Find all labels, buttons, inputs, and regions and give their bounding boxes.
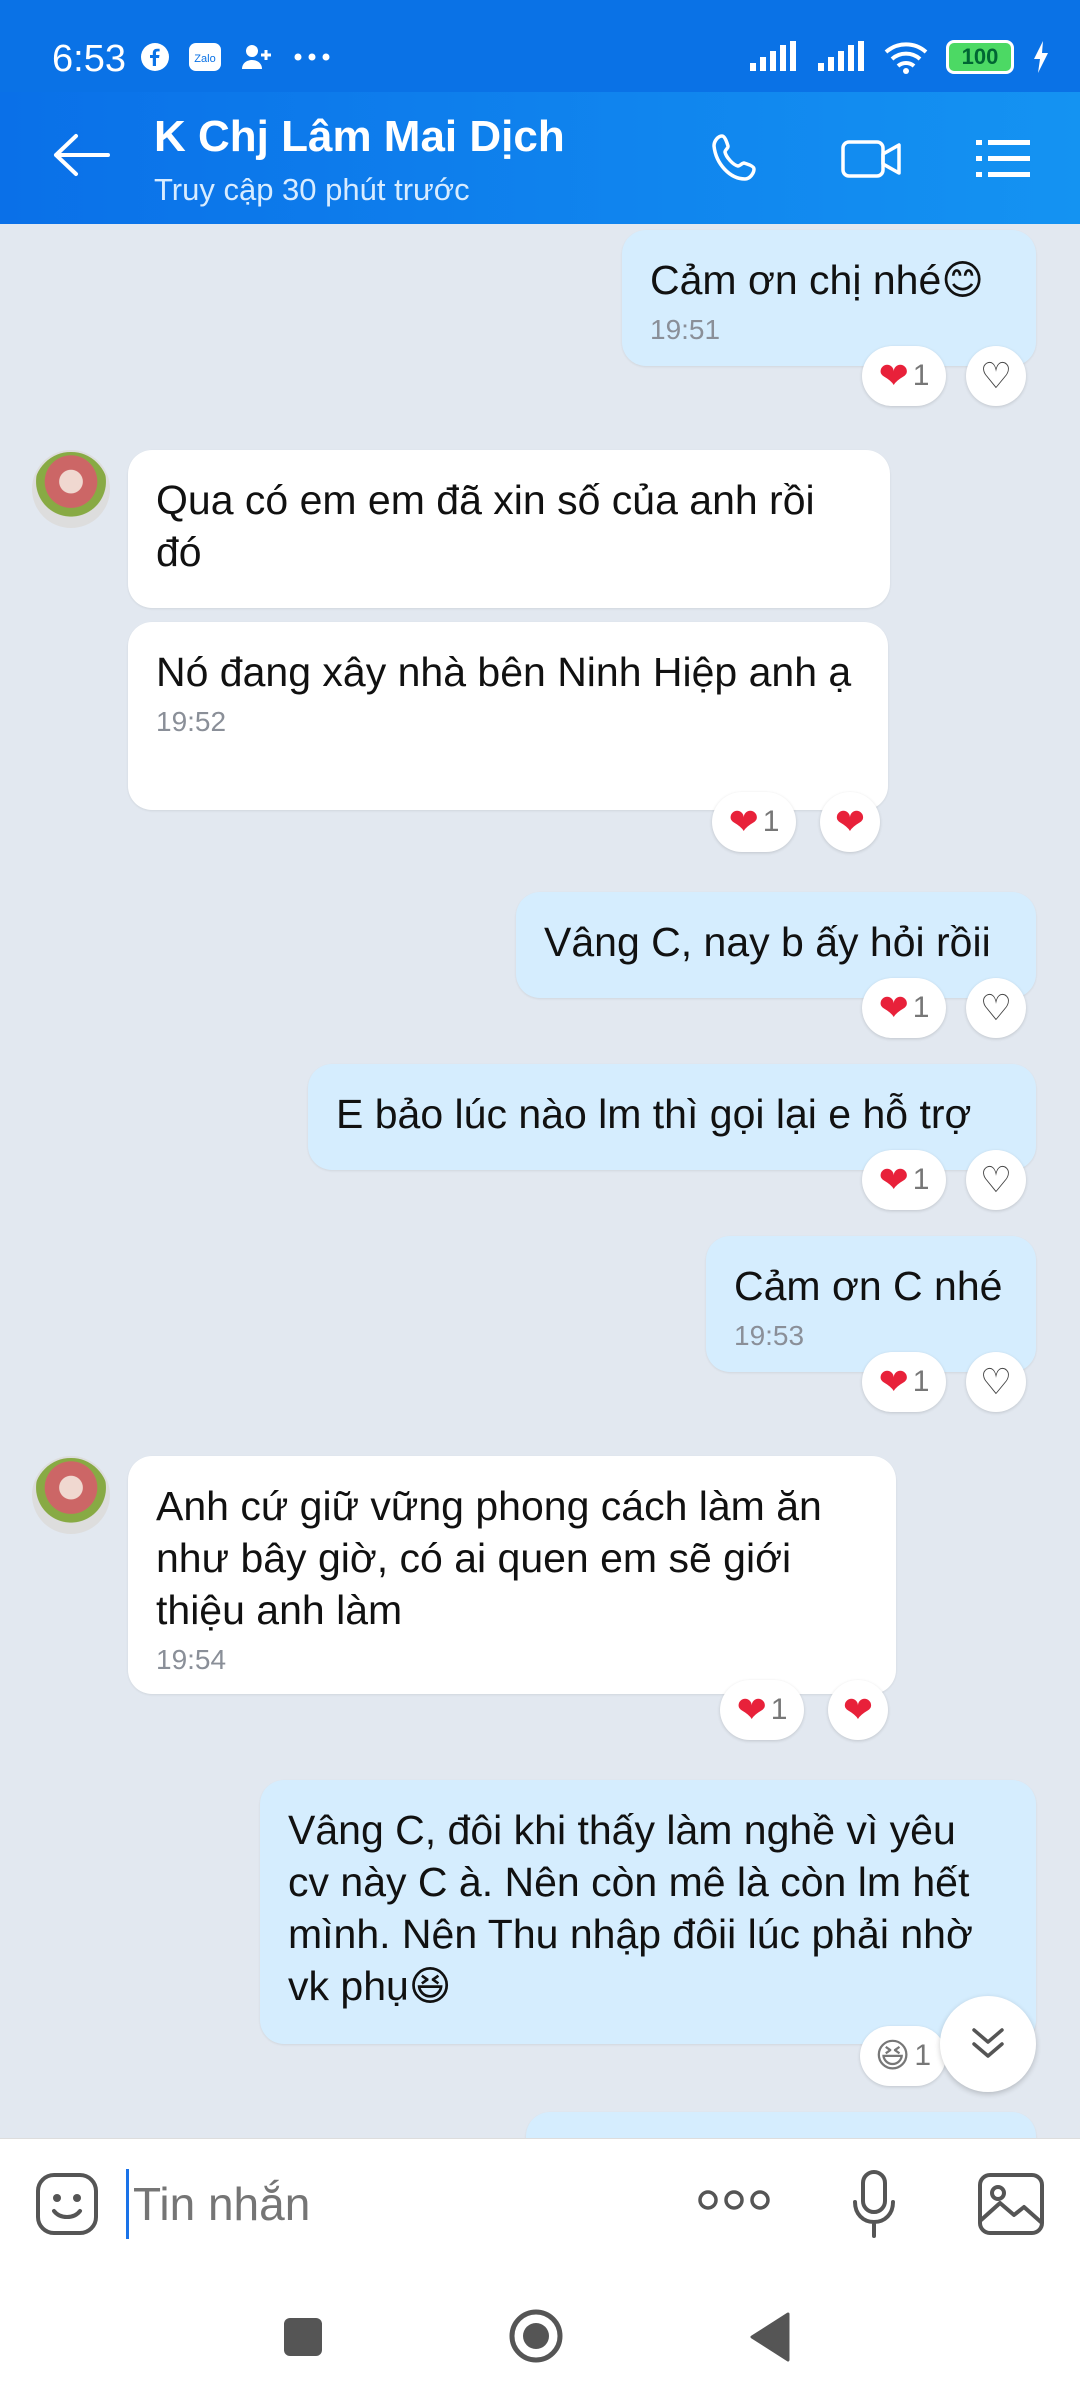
incoming-message[interactable]: Qua có em em đã xin số của anh rồi đó	[128, 450, 890, 608]
message-list[interactable]: Cảm ơn chị nhé😊 19:51 ❤ 1 ♡ Qua có em em …	[0, 224, 1080, 2138]
battery-indicator: 100	[946, 40, 1014, 74]
outgoing-message[interactable]: Cảm ơn C nhé 19:53	[706, 1236, 1036, 1372]
facebook-icon	[141, 43, 169, 71]
reaction-count: 1	[912, 991, 930, 1024]
outgoing-message[interactable]: Vâng C, nay b ấy hỏi rồii	[516, 892, 1036, 998]
signal-icon	[750, 41, 796, 71]
wifi-icon	[884, 42, 928, 74]
reaction-summary[interactable]: ❤ 1	[862, 978, 946, 1038]
react-button[interactable]: ♡	[966, 346, 1026, 406]
heart-outline-icon: ♡	[979, 987, 1013, 1028]
message-text: E bảo lúc nào lm thì gọi lại e hỗ trợ	[336, 1091, 972, 1137]
incoming-message[interactable]: Nó đang xây nhà bên Ninh Hiệp anh ạ 19:5…	[128, 622, 888, 810]
outgoing-message[interactable]: Vâng C, đôi khi thấy làm nghề vì yêu cv …	[260, 1780, 1036, 2044]
heart-icon: ❤	[878, 355, 909, 396]
more-notifications-icon	[294, 53, 330, 61]
heart-icon: ❤	[842, 1689, 874, 1730]
react-button[interactable]: ❤	[828, 1680, 888, 1740]
message-text: Vâng C, đôi khi thấy làm nghề vì yêu cv …	[288, 1807, 973, 2009]
zalo-icon: Zalo	[189, 43, 221, 71]
heart-outline-icon: ♡	[979, 1361, 1013, 1402]
contact-avatar[interactable]	[32, 1456, 110, 1534]
contact-name[interactable]: K Chj Lâm Mai Dịch	[154, 112, 565, 162]
status-bar: 6:53 Zalo 100	[0, 0, 1080, 92]
reaction-count: 1	[914, 2039, 932, 2072]
reaction-count: 1	[762, 805, 780, 838]
message-time: 19:54	[156, 1644, 227, 1675]
last-seen-status: Truy cập 30 phút trước	[154, 172, 470, 207]
message-time: 19:53	[734, 1320, 805, 1351]
reaction-summary[interactable]: ❤ 1	[712, 792, 796, 852]
message-text: Vâng C, nay b ấy hỏi rồii	[544, 919, 991, 965]
charging-icon	[1034, 41, 1048, 73]
emoji-sticker-icon[interactable]	[34, 2171, 100, 2237]
outgoing-message[interactable]: Cảm ơn chị nhé😊 19:51	[622, 230, 1036, 366]
react-button[interactable]: ❤	[820, 792, 880, 852]
status-time: 6:53	[52, 38, 126, 80]
reaction-count: 1	[770, 1693, 788, 1726]
heart-outline-icon: ♡	[979, 1159, 1013, 1200]
reaction-count: 1	[912, 1163, 930, 1196]
chat-header: K Chj Lâm Mai Dịch Truy cập 30 phút trướ…	[0, 92, 1080, 224]
system-navigation-bar	[0, 2268, 1080, 2400]
reaction-summary[interactable]: ❤ 1	[862, 1352, 946, 1412]
heart-icon: ❤	[878, 1159, 909, 1200]
message-composer	[0, 2138, 1080, 2268]
heart-outline-icon: ♡	[979, 355, 1013, 396]
reaction-count: 1	[912, 359, 930, 392]
heart-icon: ❤	[728, 801, 759, 842]
message-input[interactable]	[126, 2169, 666, 2239]
back-arrow-icon[interactable]	[52, 130, 112, 180]
heart-icon: ❤	[736, 1689, 767, 1730]
heart-icon: ❤	[878, 1361, 909, 1402]
phone-call-icon[interactable]	[708, 132, 768, 186]
heart-icon: ❤	[834, 801, 866, 842]
react-button[interactable]: ♡	[966, 978, 1026, 1038]
reaction-summary[interactable]: ❤ 1	[720, 1680, 804, 1740]
message-time: 19:51	[650, 314, 721, 345]
incoming-message[interactable]: Anh cứ giữ vững phong cách làm ăn như bâ…	[128, 1456, 896, 1694]
message-text: Cảm ơn chị nhé😊	[650, 257, 984, 303]
image-gallery-icon[interactable]	[976, 2171, 1046, 2237]
laughing-emoji-icon: 😆	[874, 2037, 911, 2075]
reaction-summary[interactable]: ❤ 1	[862, 1150, 946, 1210]
message-text: Nó đang xây nhà bên Ninh Hiệp anh ạ	[156, 649, 852, 695]
message-text: Cảm ơn C nhé	[734, 1263, 1003, 1309]
reaction-summary[interactable]: ❤ 1	[862, 346, 946, 406]
scroll-to-bottom-button[interactable]	[940, 1996, 1036, 2092]
status-right-icons: 100	[748, 40, 1050, 74]
status-notification-icons: Zalo	[140, 42, 332, 72]
message-text: Anh cứ giữ vững phong cách làm ăn như bâ…	[156, 1483, 822, 1633]
reaction-count: 1	[912, 1365, 930, 1398]
svg-text:Zalo: Zalo	[194, 53, 215, 65]
chevron-double-down-icon	[972, 2028, 1004, 2058]
heart-icon: ❤	[878, 987, 909, 1028]
menu-list-icon[interactable]	[976, 132, 1032, 186]
microphone-icon[interactable]	[850, 2169, 898, 2239]
recent-apps-icon[interactable]	[282, 2316, 324, 2358]
contact-avatar[interactable]	[32, 450, 110, 528]
signal-icon	[818, 41, 864, 71]
more-options-icon[interactable]	[696, 2185, 772, 2215]
message-text: Qua có em em đã xin số của anh rồi đó	[156, 477, 815, 575]
add-contact-icon	[242, 45, 271, 69]
home-icon[interactable]	[508, 2308, 564, 2364]
react-button[interactable]: ♡	[966, 1150, 1026, 1210]
back-triangle-icon[interactable]	[748, 2312, 790, 2362]
react-button[interactable]: ♡	[966, 1352, 1026, 1412]
video-call-icon[interactable]	[840, 132, 904, 186]
outgoing-message[interactable]	[526, 2112, 1036, 2138]
reaction-summary[interactable]: 😆 1	[860, 2026, 946, 2086]
message-time: 19:52	[156, 706, 227, 737]
